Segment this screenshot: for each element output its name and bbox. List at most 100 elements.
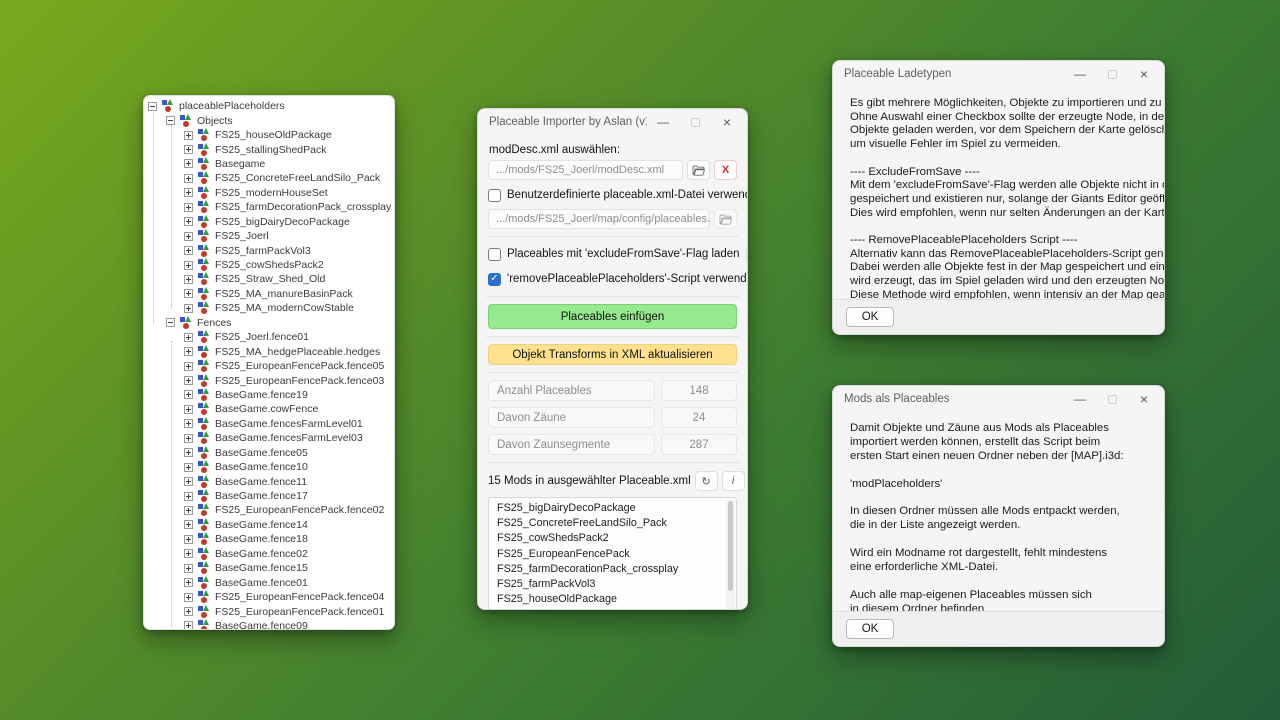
expand-plus-icon[interactable] xyxy=(184,159,193,168)
expand-plus-icon[interactable] xyxy=(184,232,193,241)
expand-plus-icon[interactable] xyxy=(184,593,193,602)
tree-node[interactable]: FS25_modernHouseSet xyxy=(144,186,394,200)
tree-node[interactable]: placeablePlaceholders xyxy=(144,99,394,113)
insert-placeables-button[interactable]: Placeables einfügen xyxy=(488,304,737,329)
expand-plus-icon[interactable] xyxy=(184,607,193,616)
importer-titlebar[interactable]: Placeable Importer by Aslan (v1.1) — × xyxy=(478,109,747,135)
expand-plus-icon[interactable] xyxy=(184,492,193,501)
tree-node[interactable]: BaseGame.fence05 xyxy=(144,446,394,460)
tree-node[interactable]: BaseGame.fence15 xyxy=(144,561,394,575)
tree-node[interactable]: Objects xyxy=(144,113,394,127)
tree-node[interactable]: FS25_Joerl.fence01 xyxy=(144,330,394,344)
expand-plus-icon[interactable] xyxy=(184,434,193,443)
minimize-icon[interactable]: — xyxy=(1064,62,1096,86)
expand-plus-icon[interactable] xyxy=(184,535,193,544)
tree-node[interactable]: FS25_MA_hedgePlaceable.hedges xyxy=(144,344,394,358)
mod-list-item[interactable]: FS25_houseOldPackage xyxy=(497,592,722,607)
minimize-icon[interactable]: — xyxy=(1064,387,1096,411)
tree-node[interactable]: BaseGame.fence10 xyxy=(144,460,394,474)
minimize-icon[interactable]: — xyxy=(647,110,679,134)
mod-list-item[interactable]: FS25_Joerl xyxy=(497,607,722,610)
expand-plus-icon[interactable] xyxy=(184,564,193,573)
tree-node[interactable]: FS25_houseOldPackage xyxy=(144,128,394,142)
tree-node[interactable]: FS25_MA_manureBasinPack xyxy=(144,287,394,301)
tree-node[interactable]: FS25_EuropeanFencePack.fence04 xyxy=(144,590,394,604)
expand-plus-icon[interactable] xyxy=(184,217,193,226)
expand-plus-icon[interactable] xyxy=(184,448,193,457)
mod-list-item[interactable]: FS25_cowShedsPack2 xyxy=(497,531,722,546)
tree-node[interactable]: BaseGame.fencesFarmLevel03 xyxy=(144,431,394,445)
tree-node[interactable]: FS25_EuropeanFencePack.fence01 xyxy=(144,604,394,618)
mod-list-item[interactable]: FS25_bigDairyDecoPackage xyxy=(497,501,722,516)
tree-node[interactable]: BaseGame.fence09 xyxy=(144,619,394,629)
expand-plus-icon[interactable] xyxy=(184,549,193,558)
expand-plus-icon[interactable] xyxy=(184,131,193,140)
expand-plus-icon[interactable] xyxy=(184,174,193,183)
expand-plus-icon[interactable] xyxy=(184,362,193,371)
mods-listbox[interactable]: FS25_bigDairyDecoPackageFS25_ConcreteFre… xyxy=(488,497,737,610)
maximize-icon[interactable] xyxy=(679,110,711,134)
mod-list-item[interactable]: FS25_farmDecorationPack_crossplay xyxy=(497,562,722,577)
tree-node[interactable]: BaseGame.fence18 xyxy=(144,532,394,546)
expand-plus-icon[interactable] xyxy=(184,333,193,342)
browse-custom-folder-button[interactable] xyxy=(714,209,737,229)
tree-node[interactable]: Basegame xyxy=(144,157,394,171)
ok-button[interactable]: OK xyxy=(846,619,894,639)
tree-node[interactable]: Fences xyxy=(144,316,394,330)
expand-plus-icon[interactable] xyxy=(184,203,193,212)
expand-plus-icon[interactable] xyxy=(184,621,193,629)
expand-plus-icon[interactable] xyxy=(184,506,193,515)
expand-plus-icon[interactable] xyxy=(184,463,193,472)
clear-path-button[interactable]: X xyxy=(714,160,737,180)
tree-node[interactable]: FS25_cowShedsPack2 xyxy=(144,258,394,272)
tree-node[interactable]: FS25_EuropeanFencePack.fence02 xyxy=(144,503,394,517)
tree-node[interactable]: FS25_MA_modernCowStable xyxy=(144,301,394,315)
close-icon[interactable]: × xyxy=(711,110,743,134)
ladetypen-titlebar[interactable]: Placeable Ladetypen — × xyxy=(833,61,1164,87)
tree-node[interactable]: FS25_Joerl xyxy=(144,229,394,243)
expand-plus-icon[interactable] xyxy=(184,289,193,298)
scrollbar-thumb[interactable] xyxy=(728,501,733,591)
moddesc-path-field[interactable]: .../mods/FS25_Joerl/modDesc.xml xyxy=(488,160,683,180)
expand-plus-icon[interactable] xyxy=(184,304,193,313)
browse-folder-button[interactable] xyxy=(687,160,710,180)
custom-xml-path-field[interactable]: .../mods/FS25_Joerl/map/config/placeable… xyxy=(488,209,710,229)
expand-plus-icon[interactable] xyxy=(184,145,193,154)
mods-dialog-titlebar[interactable]: Mods als Placeables — × xyxy=(833,386,1164,412)
refresh-icon[interactable]: ↻ xyxy=(695,471,718,491)
maximize-icon[interactable] xyxy=(1096,387,1128,411)
mod-list-item[interactable]: FS25_farmPackVol3 xyxy=(497,577,722,592)
close-icon[interactable]: × xyxy=(1128,387,1160,411)
exclude-from-save-checkbox[interactable] xyxy=(488,248,501,261)
expand-plus-icon[interactable] xyxy=(184,347,193,356)
expand-plus-icon[interactable] xyxy=(184,419,193,428)
tree-node[interactable]: BaseGame.fence17 xyxy=(144,489,394,503)
collapse-minus-icon[interactable] xyxy=(166,116,175,125)
remove-script-checkbox[interactable]: ✓ xyxy=(488,273,501,286)
expand-plus-icon[interactable] xyxy=(184,188,193,197)
custom-xml-checkbox[interactable] xyxy=(488,189,501,202)
expand-plus-icon[interactable] xyxy=(184,275,193,284)
mod-list-item[interactable]: FS25_EuropeanFencePack xyxy=(497,547,722,562)
mod-list-item[interactable]: FS25_ConcreteFreeLandSilo_Pack xyxy=(497,516,722,531)
tree-node[interactable]: BaseGame.fence14 xyxy=(144,518,394,532)
expand-plus-icon[interactable] xyxy=(184,578,193,587)
tree-node[interactable]: BaseGame.fencesFarmLevel01 xyxy=(144,417,394,431)
mods-info-button[interactable]: i xyxy=(722,471,745,491)
tree-node[interactable]: BaseGame.fence19 xyxy=(144,388,394,402)
tree-node[interactable]: FS25_farmDecorationPack_crossplay xyxy=(144,200,394,214)
exclude-info-button[interactable]: i xyxy=(746,244,748,264)
tree-node[interactable]: FS25_farmPackVol3 xyxy=(144,243,394,257)
collapse-minus-icon[interactable] xyxy=(166,318,175,327)
expand-plus-icon[interactable] xyxy=(184,405,193,414)
tree-node[interactable]: BaseGame.cowFence xyxy=(144,402,394,416)
tree-node[interactable]: BaseGame.fence02 xyxy=(144,547,394,561)
collapse-minus-icon[interactable] xyxy=(148,102,157,111)
expand-plus-icon[interactable] xyxy=(184,261,193,270)
expand-plus-icon[interactable] xyxy=(184,477,193,486)
tree-node[interactable]: FS25_Straw_Shed_Old xyxy=(144,272,394,286)
ok-button[interactable]: OK xyxy=(846,307,894,327)
update-transforms-button[interactable]: Objekt Transforms in XML aktualisieren xyxy=(488,344,737,365)
expand-plus-icon[interactable] xyxy=(184,520,193,529)
scrollbar[interactable] xyxy=(726,499,735,610)
